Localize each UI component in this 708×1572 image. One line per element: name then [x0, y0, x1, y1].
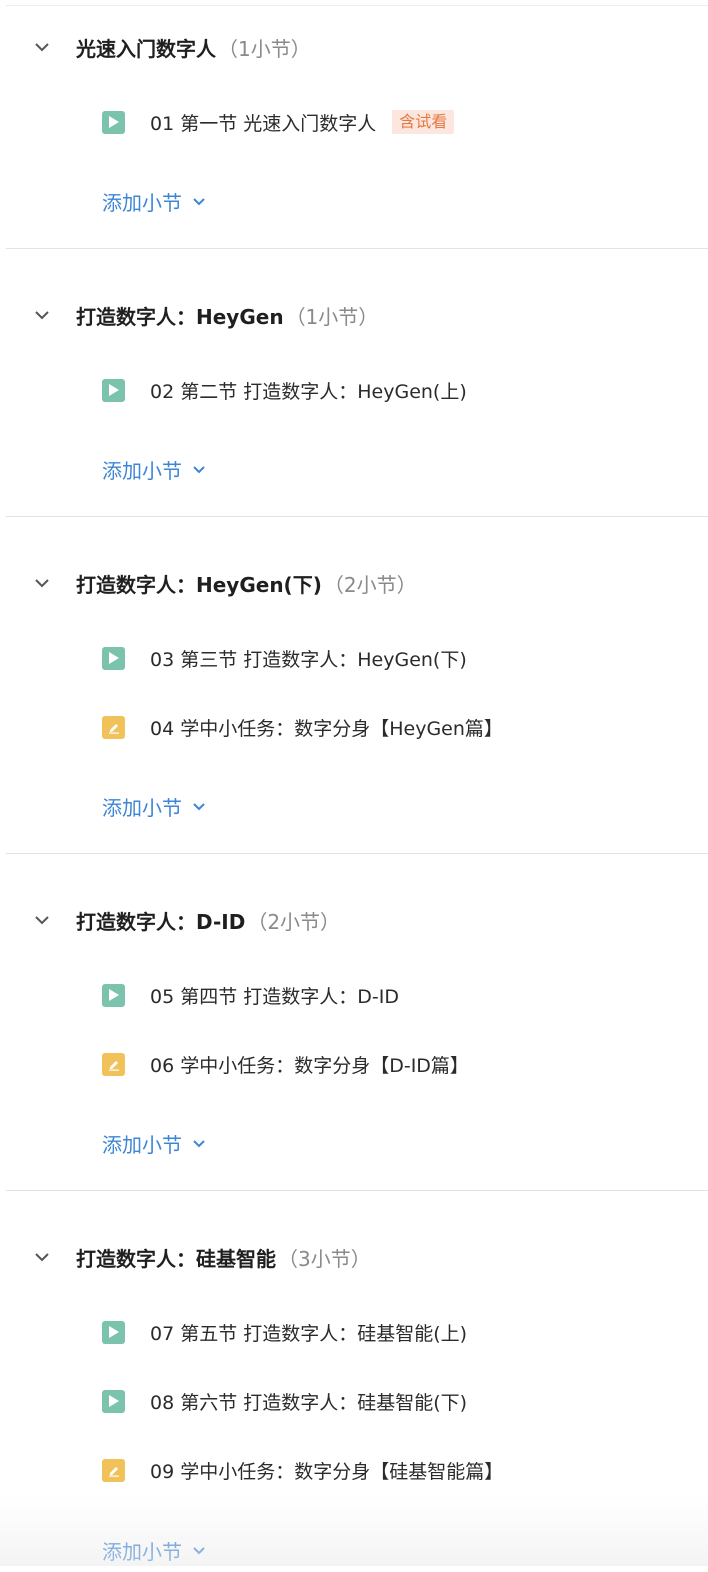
edit-icon	[102, 1052, 125, 1076]
chapter-title: 打造数字人：HeyGen(下) （2小节）	[76, 569, 417, 598]
lesson-title: 01 第一节 光速入门数字人	[150, 112, 377, 135]
add-lesson-label: 添加小节	[102, 1132, 182, 1157]
chapter-header[interactable]: 打造数字人：HeyGen （1小节）	[6, 293, 708, 337]
chapter-header[interactable]: 打造数字人：HeyGen(下) （2小节）	[6, 561, 708, 605]
chapter-lesson-count: （1小节）	[218, 36, 311, 61]
chapter-title-text: 打造数字人：硅基智能	[76, 1246, 276, 1271]
chapter-header[interactable]: 光速入门数字人 （1小节）	[6, 25, 708, 69]
lesson-label: 06 学中小任务：数字分身【D-ID篇】	[150, 1051, 469, 1078]
add-lesson-button[interactable]: 添加小节	[102, 784, 206, 828]
play-icon	[102, 1389, 125, 1413]
chevron-down-icon[interactable]	[28, 1243, 56, 1271]
chapter-section: 光速入门数字人 （1小节） 01 第一节 光速入门数字人 含试看 添加小节	[6, 0, 708, 249]
edit-icon	[102, 1458, 125, 1482]
lesson-title: 05 第四节 打造数字人：D-ID	[150, 985, 399, 1008]
lesson-item[interactable]: 03 第三节 打造数字人：HeyGen(下)	[6, 636, 708, 680]
lesson-label: 09 学中小任务：数字分身【硅基智能篇】	[150, 1457, 503, 1484]
chapter-lesson-count: （1小节）	[285, 304, 379, 329]
add-lesson-button[interactable]: 添加小节	[102, 1121, 206, 1165]
lesson-item[interactable]: 02 第二节 打造数字人：HeyGen(上)	[6, 368, 708, 412]
lesson-title: 03 第三节 打造数字人：HeyGen(下)	[150, 648, 467, 671]
chapter-title: 打造数字人：硅基智能 （3小节）	[76, 1243, 371, 1272]
play-icon	[102, 646, 125, 670]
chapter-title: 打造数字人：HeyGen （1小节）	[76, 301, 378, 330]
lesson-label: 03 第三节 打造数字人：HeyGen(下)	[150, 645, 467, 672]
chapter-lesson-count: （2小节）	[247, 909, 341, 934]
chevron-down-icon[interactable]	[28, 33, 56, 61]
lesson-title: 09 学中小任务：数字分身【硅基智能篇】	[150, 1460, 504, 1483]
lesson-label: 04 学中小任务：数字分身【HeyGen篇】	[150, 714, 503, 741]
chapter-lesson-count: （2小节）	[323, 572, 417, 597]
chevron-down-icon[interactable]	[192, 1546, 206, 1555]
chapter-section: 打造数字人：HeyGen(下) （2小节） 03 第三节 打造数字人：HeyGe…	[6, 517, 708, 854]
chevron-down-icon[interactable]	[192, 802, 206, 811]
lesson-title: 04 学中小任务：数字分身【HeyGen篇】	[150, 717, 503, 740]
play-icon	[102, 1320, 125, 1344]
chapter-section: 打造数字人：HeyGen （1小节） 02 第二节 打造数字人：HeyGen(上…	[6, 249, 708, 517]
chevron-down-icon[interactable]	[192, 465, 206, 474]
chapter-title: 光速入门数字人 （1小节）	[76, 33, 311, 62]
lesson-item[interactable]: 06 学中小任务：数字分身【D-ID篇】	[6, 1042, 708, 1086]
add-lesson-button[interactable]: 添加小节	[102, 447, 206, 491]
chevron-down-icon[interactable]	[192, 197, 206, 206]
add-lesson-label: 添加小节	[102, 458, 182, 483]
play-icon	[102, 110, 125, 134]
chapter-header[interactable]: 打造数字人：硅基智能 （3小节）	[6, 1235, 708, 1279]
lesson-label: 02 第二节 打造数字人：HeyGen(上)	[150, 377, 467, 404]
lesson-item[interactable]: 04 学中小任务：数字分身【HeyGen篇】	[6, 705, 708, 749]
lesson-item[interactable]: 01 第一节 光速入门数字人 含试看	[6, 100, 708, 144]
lesson-label: 07 第五节 打造数字人：硅基智能(上)	[150, 1319, 467, 1346]
lesson-item[interactable]: 09 学中小任务：数字分身【硅基智能篇】	[6, 1448, 708, 1492]
chapter-section: 打造数字人：硅基智能 （3小节） 07 第五节 打造数字人：硅基智能(上) 08…	[6, 1191, 708, 1566]
add-lesson-label: 添加小节	[102, 190, 182, 215]
chevron-down-icon[interactable]	[28, 301, 56, 329]
chapter-title: 打造数字人：D-ID （2小节）	[76, 906, 340, 935]
chevron-down-icon[interactable]	[192, 1139, 206, 1148]
lesson-title: 02 第二节 打造数字人：HeyGen(上)	[150, 380, 467, 403]
lesson-title: 06 学中小任务：数字分身【D-ID篇】	[150, 1054, 469, 1077]
chapter-title-text: 打造数字人：D-ID	[76, 909, 246, 934]
edit-icon	[102, 715, 125, 739]
lesson-item[interactable]: 05 第四节 打造数字人：D-ID	[6, 973, 708, 1017]
chapter-section: 打造数字人：D-ID （2小节） 05 第四节 打造数字人：D-ID 06 学中…	[6, 854, 708, 1191]
lesson-label: 01 第一节 光速入门数字人 含试看	[150, 109, 455, 136]
lesson-label: 08 第六节 打造数字人：硅基智能(下)	[150, 1388, 467, 1415]
trial-badge: 含试看	[392, 110, 455, 134]
chevron-down-icon[interactable]	[28, 906, 56, 934]
play-icon	[102, 378, 125, 402]
add-lesson-label: 添加小节	[102, 795, 182, 820]
chapter-title-text: 打造数字人：HeyGen	[76, 304, 284, 329]
lesson-item[interactable]: 07 第五节 打造数字人：硅基智能(上)	[6, 1310, 708, 1354]
chevron-down-icon[interactable]	[28, 569, 56, 597]
add-lesson-button[interactable]: 添加小节	[102, 1528, 206, 1572]
chapter-lesson-count: （3小节）	[278, 1246, 371, 1271]
lesson-title: 08 第六节 打造数字人：硅基智能(下)	[150, 1391, 468, 1414]
add-lesson-label: 添加小节	[102, 1539, 182, 1564]
chapter-title-text: 打造数字人：HeyGen(下)	[76, 572, 322, 597]
add-lesson-button[interactable]: 添加小节	[102, 179, 206, 223]
play-icon	[102, 983, 125, 1007]
lesson-title: 07 第五节 打造数字人：硅基智能(上)	[150, 1322, 468, 1345]
chapter-header[interactable]: 打造数字人：D-ID （2小节）	[6, 898, 708, 942]
lesson-item[interactable]: 08 第六节 打造数字人：硅基智能(下)	[6, 1379, 708, 1423]
lesson-label: 05 第四节 打造数字人：D-ID	[150, 982, 399, 1009]
chapter-title-text: 光速入门数字人	[76, 36, 216, 61]
